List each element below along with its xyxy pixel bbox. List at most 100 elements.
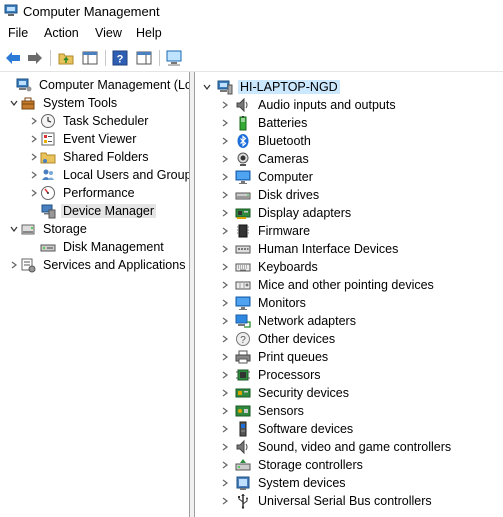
device-category[interactable]: Audio inputs and outputs	[219, 96, 398, 114]
expand-chevron-icon[interactable]	[219, 420, 231, 438]
nav-tree-item[interactable]: Services and Applications	[4, 256, 187, 274]
nav-tree-item[interactable]: Task Scheduler	[24, 112, 150, 130]
expand-chevron-icon[interactable]	[8, 256, 20, 274]
speaker-icon	[235, 97, 251, 113]
device-category[interactable]: Computer	[219, 168, 315, 186]
expand-chevron-icon[interactable]	[219, 492, 231, 510]
device-category[interactable]: ? Other devices	[219, 330, 337, 348]
expand-chevron-icon[interactable]	[28, 166, 40, 184]
expand-chevron-icon[interactable]	[219, 204, 231, 222]
device-category[interactable]: Sensors	[219, 402, 306, 420]
collapse-chevron-icon[interactable]	[8, 220, 20, 238]
device-category[interactable]: Security devices	[219, 384, 351, 402]
usb-icon	[235, 493, 251, 509]
help-icon[interactable]: ?	[110, 48, 130, 68]
expand-chevron-icon[interactable]	[219, 366, 231, 384]
device-category[interactable]: System devices	[219, 474, 348, 492]
nav-tree-item[interactable]: Computer Management (Local	[4, 76, 189, 94]
expand-chevron-icon[interactable]	[219, 258, 231, 276]
device-category[interactable]: Batteries	[219, 114, 309, 132]
nav-tree-item-label: Storage	[43, 222, 87, 236]
device-category[interactable]: Display adapters	[219, 204, 353, 222]
expand-chevron-icon[interactable]	[219, 186, 231, 204]
forward-icon[interactable]	[25, 48, 45, 68]
menu-action[interactable]: Action	[44, 26, 79, 40]
unknown-device-icon: ?	[235, 331, 251, 347]
show-hide-tree-icon[interactable]	[80, 48, 100, 68]
expand-chevron-icon[interactable]	[219, 474, 231, 492]
device-category-label: Security devices	[258, 386, 350, 400]
device-category[interactable]: Disk drives	[219, 186, 321, 204]
device-category[interactable]: Human Interface Devices	[219, 240, 400, 258]
expand-chevron-icon[interactable]	[28, 184, 40, 202]
device-category[interactable]: Sound, video and game controllers	[219, 438, 453, 456]
back-icon[interactable]	[3, 48, 23, 68]
device-category[interactable]: Universal Serial Bus controllers	[219, 492, 434, 510]
expand-chevron-icon[interactable]	[219, 402, 231, 420]
device-category[interactable]: Monitors	[219, 294, 308, 312]
device-category[interactable]: Mice and other pointing devices	[219, 276, 436, 294]
nav-tree-item[interactable]: Device Manager	[24, 202, 157, 220]
expand-chevron-icon[interactable]	[219, 276, 231, 294]
expand-chevron-icon[interactable]	[28, 148, 40, 166]
computer-icon	[217, 79, 233, 95]
expand-chevron-icon[interactable]	[28, 130, 40, 148]
expand-chevron-icon[interactable]	[219, 348, 231, 366]
up-folder-icon[interactable]	[56, 48, 76, 68]
device-category[interactable]: Print queues	[219, 348, 330, 366]
users-icon	[40, 167, 56, 183]
expand-chevron-icon[interactable]	[28, 112, 40, 130]
nav-tree-item[interactable]: Local Users and Groups	[24, 166, 189, 184]
expand-chevron-icon[interactable]	[219, 150, 231, 168]
device-category[interactable]: Keyboards	[219, 258, 320, 276]
nav-tree-item-label: Disk Management	[63, 240, 164, 254]
device-category-label: Network adapters	[258, 314, 356, 328]
keyboard-icon	[235, 259, 251, 275]
collapse-chevron-icon[interactable]	[8, 94, 20, 112]
printer-icon	[235, 349, 251, 365]
nav-tree-item[interactable]: Disk Management	[24, 238, 166, 256]
device-category-label: Print queues	[258, 350, 329, 364]
menu-help[interactable]: Help	[136, 26, 162, 40]
toolbox-icon	[20, 95, 36, 111]
expand-chevron-icon[interactable]	[219, 114, 231, 132]
menu-view[interactable]: View	[95, 26, 122, 40]
properties-pane-icon[interactable]	[134, 48, 154, 68]
device-manager-icon	[40, 203, 56, 219]
nav-tree-item[interactable]: Shared Folders	[24, 148, 150, 166]
nav-tree-item[interactable]: Event Viewer	[24, 130, 138, 148]
title-bar: Computer Management	[0, 0, 503, 24]
expand-chevron-icon[interactable]	[219, 132, 231, 150]
device-category[interactable]: Storage controllers	[219, 456, 365, 474]
device-category[interactable]: Cameras	[219, 150, 311, 168]
device-category[interactable]: Bluetooth	[219, 132, 313, 150]
performance-icon	[40, 185, 56, 201]
device-category[interactable]: Software devices	[219, 420, 355, 438]
expand-chevron-icon[interactable]	[219, 240, 231, 258]
device-category-label: Keyboards	[258, 260, 318, 274]
expand-chevron-icon[interactable]	[219, 456, 231, 474]
expand-chevron-icon[interactable]	[219, 222, 231, 240]
device-category[interactable]: Firmware	[219, 222, 312, 240]
expand-chevron-icon[interactable]	[219, 168, 231, 186]
expand-chevron-icon[interactable]	[219, 312, 231, 330]
nav-tree-item[interactable]: Storage	[4, 220, 89, 238]
nav-tree-item[interactable]: Performance	[24, 184, 137, 202]
nav-tree-item[interactable]: System Tools	[4, 94, 119, 112]
menu-file[interactable]: File	[8, 26, 28, 40]
device-category[interactable]: Processors	[219, 366, 323, 384]
device-tree-root[interactable]: HI-LAPTOP-NGD	[201, 78, 340, 96]
expand-chevron-icon[interactable]	[219, 330, 231, 348]
computer-management-icon	[16, 77, 32, 93]
device-category-label: Monitors	[258, 296, 306, 310]
menu-bar: File Action View Help	[0, 24, 503, 44]
collapse-chevron-icon[interactable]	[201, 78, 213, 96]
expand-chevron-icon[interactable]	[219, 384, 231, 402]
device-category[interactable]: Network adapters	[219, 312, 358, 330]
expand-chevron-icon[interactable]	[219, 438, 231, 456]
toolbar-separator	[159, 50, 160, 66]
expand-chevron-icon[interactable]	[219, 294, 231, 312]
nav-tree-item-label: Event Viewer	[63, 132, 137, 146]
expand-chevron-icon[interactable]	[219, 96, 231, 114]
monitor-icon[interactable]	[164, 48, 184, 68]
